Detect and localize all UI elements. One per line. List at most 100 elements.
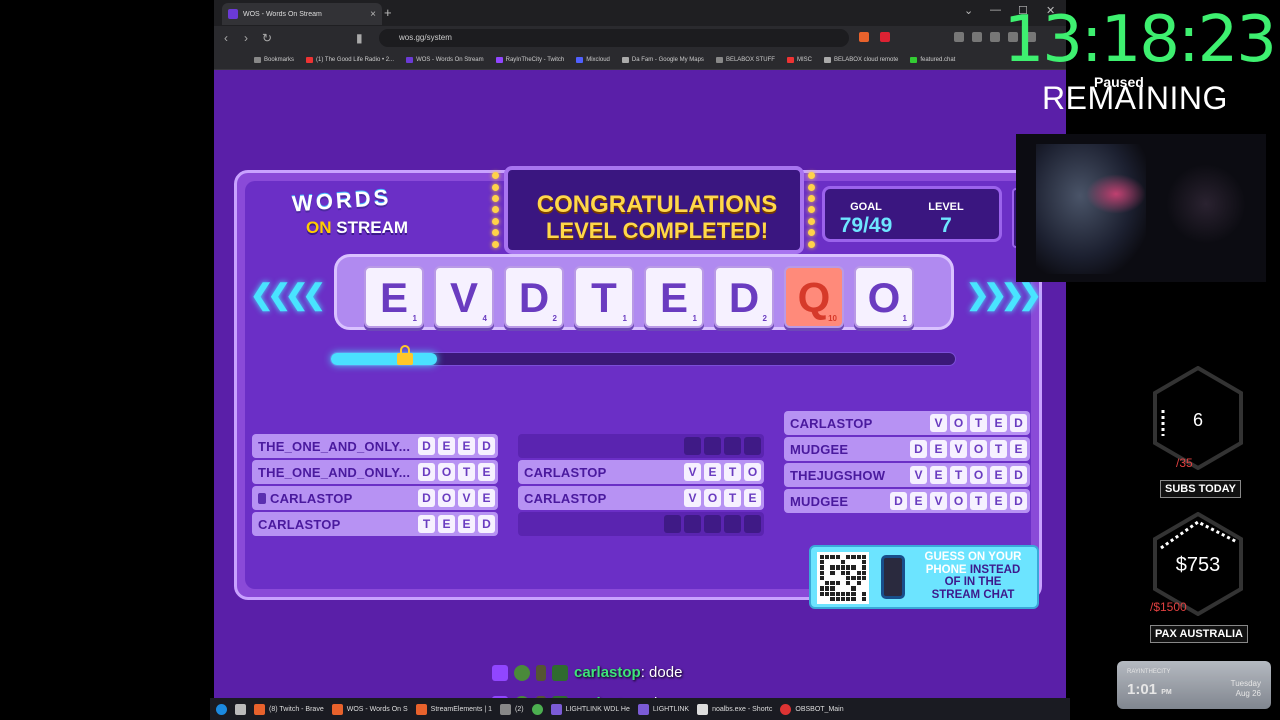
bookmark-label: Bookmarks (264, 56, 295, 63)
tile-points: 2 (552, 314, 557, 323)
tile-points: 1 (692, 314, 697, 323)
bookmark-item[interactable]: WOS - Words On Stream (406, 56, 484, 63)
taskbar-item[interactable]: LIGHTLINK (637, 703, 689, 715)
screen: { "browser": { "tab_title": "WOS - Words… (0, 0, 1280, 720)
taskbar-item[interactable]: (8) Twitch - Brave (254, 703, 324, 715)
words-on-stream-logo: WORDS ON STREAM (291, 185, 422, 250)
bookmark-label: WOS - Words On Stream (416, 56, 484, 63)
brave-shield-icon[interactable] (859, 32, 869, 42)
rewards-icon[interactable] (880, 32, 890, 42)
player-name: CARLASTOP (524, 465, 607, 480)
goal-label: GOAL (850, 201, 882, 213)
tile-points: 1 (412, 314, 417, 323)
chat-message: carlastop: dode (492, 664, 682, 681)
letter-tile: D2 (714, 266, 774, 328)
taskbar-item[interactable]: LIGHTLINK WDL He (550, 703, 630, 715)
player-name: MUDGEE (790, 442, 849, 457)
logo-on-stream: ON STREAM (306, 218, 408, 238)
tile-points: 1 (902, 314, 907, 323)
taskbar-item[interactable]: OBSBOT_Main (780, 703, 844, 715)
clock-widget: RAYINTHECITY 1:01 PM Tuesday Aug 26 (1117, 661, 1271, 709)
found-word: DOTE (418, 463, 495, 481)
wallet-icon[interactable] (990, 32, 1000, 42)
close-tab-icon[interactable]: × (370, 9, 376, 20)
taskbar-item[interactable]: StreamElements | 1 (415, 703, 492, 715)
player-name: MUDGEE (790, 494, 849, 509)
qr-code-icon[interactable] (817, 552, 869, 604)
clock-date: Tuesday Aug 26 (1231, 679, 1261, 699)
game-panel: WORDS ON STREAM CONGRATULATIONS LEVEL CO… (234, 100, 1052, 609)
found-word-row: CARLASTOP VOTE (518, 486, 764, 510)
clock-time: 1:01 PM (1127, 681, 1172, 698)
back-icon[interactable]: ‹ (224, 31, 228, 45)
clock-ampm: PM (1161, 689, 1172, 696)
bookmark-label: RayInTheCity - Twitch (505, 56, 565, 63)
taskbar-label: WOS - Words On S (346, 705, 408, 713)
letter-tile: E1 (644, 266, 704, 328)
banner-line-2: LEVEL COMPLETED! (545, 218, 769, 243)
phone-icon (881, 555, 905, 599)
bookmark-icon[interactable]: ▮ (356, 31, 363, 45)
level-complete-banner: CONGRATULATIONS LEVEL COMPLETED! (492, 166, 815, 254)
subs-count: 6 (1192, 410, 1203, 430)
banner-line-1: CONGRATULATIONS (536, 191, 778, 218)
bookmark-item[interactable]: BELABOX cloud remote (823, 56, 898, 63)
tile-points: 4 (482, 314, 487, 323)
taskbar-item[interactable]: (2) (500, 703, 524, 715)
music-icon[interactable] (954, 32, 964, 42)
sidebar-icon[interactable] (972, 32, 982, 42)
taskbar: (8) Twitch - Brave WOS - Words On S Stre… (210, 698, 1070, 720)
taskbar-chrome-icon[interactable] (531, 703, 543, 715)
bookmark-item[interactable]: Mixcloud (576, 56, 610, 63)
found-word-row: CARLASTOP DOVE (252, 486, 498, 510)
lock-icon (396, 345, 414, 367)
clock-date-text: Aug 26 (1235, 689, 1261, 698)
qr-line-3: OF IN THE (944, 576, 1002, 588)
reload-icon[interactable]: ↻ (262, 31, 272, 45)
player-name: THE_ONE_AND_ONLY... (258, 439, 411, 454)
chat-text: dode (649, 664, 683, 681)
tab-bar: WOS - Words On Stream × + ⌄ — ☐ ✕ (214, 0, 1066, 26)
wos-favicon-icon (228, 9, 238, 19)
url-field[interactable]: wos.gg/system (379, 29, 849, 47)
donation-amount: $753 (1175, 554, 1221, 576)
bottle-badge-icon (536, 664, 546, 681)
taskbar-explorer-icon[interactable] (235, 703, 246, 715)
found-word: DEVOTE (910, 440, 1027, 458)
qr-promo-text: GUESS ON YOUR PHONE INSTEAD OF IN THE ST… (911, 551, 1035, 601)
chevron-down-icon[interactable]: ⌄ (964, 4, 973, 17)
taskbar-edge-icon[interactable] (216, 703, 227, 715)
donation-goal: /$1500 (1150, 600, 1187, 614)
new-tab-icon[interactable]: + (384, 5, 392, 20)
bookmark-item[interactable]: Da Fam - Google My Maps (621, 56, 704, 63)
found-word: VOTE (684, 489, 761, 507)
letter-tile: O1 (854, 266, 914, 328)
address-bar: ‹ › ↻ ▮ wos.gg/system (214, 26, 1066, 50)
subs-goal: /35 (1176, 456, 1193, 470)
hidden-word (684, 437, 761, 455)
bookmark-item[interactable]: featured.chat (910, 56, 955, 63)
tab-wos[interactable]: WOS - Words On Stream × (222, 3, 382, 25)
qr-promo[interactable]: GUESS ON YOUR PHONE INSTEAD OF IN THE ST… (809, 545, 1039, 609)
taskbar-item[interactable]: noalbs.exe - Shortc (697, 703, 772, 715)
found-word: DOVE (418, 489, 495, 507)
level-label: LEVEL (928, 201, 964, 213)
bookmark-item[interactable]: Bookmarks (254, 56, 295, 63)
browser-window: WOS - Words On Stream × + ⌄ — ☐ ✕ ‹ › ↻ … (214, 0, 1066, 698)
bulbs-right (808, 170, 816, 250)
taskbar-label: StreamElements | 1 (430, 705, 492, 713)
found-word: DEED (418, 437, 495, 455)
rack-arrows-left-icon: ❮❮❮❮ (250, 279, 326, 310)
forward-icon[interactable]: › (244, 31, 248, 45)
letter-tile: V4 (434, 266, 494, 328)
found-word: TEED (418, 515, 495, 533)
bookmark-item[interactable]: MISC (786, 56, 812, 63)
taskbar-item[interactable]: WOS - Words On S (331, 703, 408, 715)
found-word: VOTED (930, 414, 1027, 432)
qr-line-1: GUESS ON YOUR (924, 551, 1022, 563)
player-name: CARLASTOP (524, 491, 607, 506)
bookmark-item[interactable]: RayInTheCity - Twitch (495, 56, 565, 63)
bookmark-item[interactable]: (1) The Good Life Radio • 2... (306, 56, 394, 63)
bookmark-item[interactable]: BELABOX STUFF (715, 56, 775, 63)
found-word: DEVOTED (890, 492, 1027, 510)
